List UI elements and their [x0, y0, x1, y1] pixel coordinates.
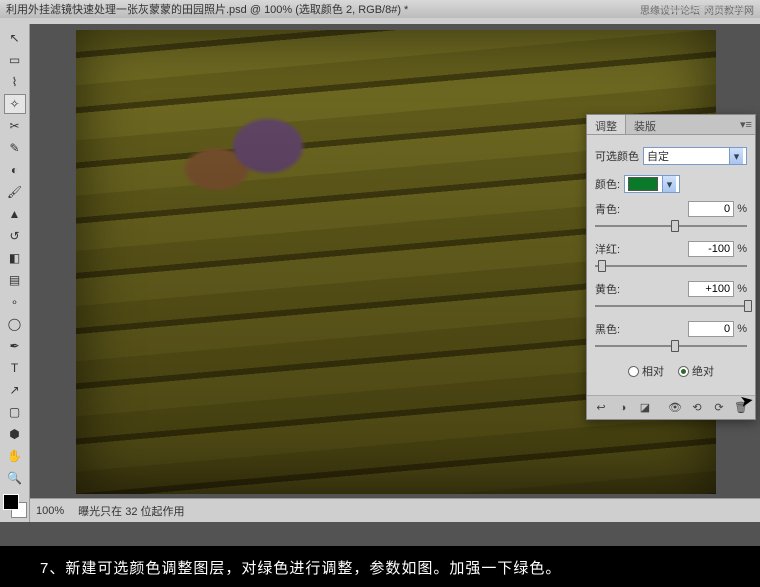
document-title: 利用外挂滤镜快速处理一张灰蒙蒙的田园照片.psd @ 100% (选取颜色 2,…	[6, 1, 408, 17]
cyan-input[interactable]	[688, 201, 734, 217]
panel-menu-icon[interactable]: ▾≡	[739, 117, 753, 131]
preset-value: 自定	[647, 148, 669, 164]
radio-dot-icon	[678, 366, 689, 377]
magenta-slider[interactable]	[595, 259, 747, 273]
prev-state-icon[interactable]: ⟲	[689, 400, 705, 416]
magenta-slider-row: 洋红: %	[595, 241, 747, 273]
history-brush-tool-icon[interactable]: ↺	[4, 226, 26, 246]
status-bar: 100% 曝光只在 32 位起作用	[30, 498, 760, 522]
healing-brush-tool-icon[interactable]: ◐	[4, 160, 26, 180]
lasso-tool-icon[interactable]: ⌇	[4, 72, 26, 92]
radio-absolute-label: 绝对	[692, 363, 714, 379]
preset-dropdown[interactable]: 自定 ▾	[643, 147, 747, 165]
adjustments-panel: 调整 装版 ▾≡ 可选颜色 自定 ▾ 颜色:	[586, 114, 756, 420]
pct-label: %	[737, 243, 747, 255]
tab-adjustments[interactable]: 调整	[587, 115, 626, 134]
cyan-label: 青色:	[595, 201, 620, 217]
panel-tabs: 调整 装版 ▾≡	[587, 115, 755, 135]
reset-icon[interactable]: ⟳	[711, 400, 727, 416]
workarea: ↖ ▭ ⌇ ✧ ✂ ✎ ◐ 🖌 ▲ ↺ ◧ ▤ ∘ ◯ ✒ T ↗ ▢ ⬢ ✋ …	[0, 24, 760, 522]
tool-palette: ↖ ▭ ⌇ ✧ ✂ ✎ ◐ 🖌 ▲ ↺ ◧ ▤ ∘ ◯ ✒ T ↗ ▢ ⬢ ✋ …	[0, 24, 30, 522]
eraser-tool-icon[interactable]: ◧	[4, 248, 26, 268]
visibility-icon[interactable]: 👁	[667, 400, 683, 416]
hand-tool-icon[interactable]: ✋	[4, 446, 26, 466]
cyan-slider-thumb[interactable]	[671, 220, 679, 232]
tab-masks[interactable]: 装版	[626, 115, 664, 134]
color-dropdown[interactable]: ▾	[624, 175, 680, 193]
3d-tool-icon[interactable]: ⬢	[4, 424, 26, 444]
black-slider[interactable]	[595, 339, 747, 353]
radio-absolute[interactable]: 绝对	[678, 363, 714, 379]
foreground-color-swatch[interactable]	[3, 494, 19, 510]
color-swatches[interactable]	[3, 494, 27, 518]
clone-stamp-tool-icon[interactable]: ▲	[4, 204, 26, 224]
adjust-type-label: 可选颜色	[595, 148, 639, 164]
clip-icon[interactable]: ◪	[637, 400, 653, 416]
dodge-tool-icon[interactable]: ◯	[4, 314, 26, 334]
zoom-level[interactable]: 100%	[36, 505, 64, 517]
black-input[interactable]	[688, 321, 734, 337]
black-label: 黑色:	[595, 321, 620, 337]
photoshop-window: 利用外挂滤镜快速处理一张灰蒙蒙的田园照片.psd @ 100% (选取颜色 2,…	[0, 0, 760, 546]
magenta-label: 洋红:	[595, 241, 620, 257]
eyedropper-tool-icon[interactable]: ✎	[4, 138, 26, 158]
color-swatch-green	[628, 177, 658, 191]
radio-relative-label: 相对	[642, 363, 664, 379]
blur-tool-icon[interactable]: ∘	[4, 292, 26, 312]
path-select-tool-icon[interactable]: ↗	[4, 380, 26, 400]
cyan-slider[interactable]	[595, 219, 747, 233]
black-slider-thumb[interactable]	[671, 340, 679, 352]
panel-footer: ↩ ◑ ◪ 👁 ⟲ ⟳ 🗑	[587, 395, 755, 419]
crop-tool-icon[interactable]: ✂	[4, 116, 26, 136]
chevron-down-icon: ▾	[662, 176, 676, 192]
radio-relative[interactable]: 相对	[628, 363, 664, 379]
shape-tool-icon[interactable]: ▢	[4, 402, 26, 422]
magenta-slider-thumb[interactable]	[598, 260, 606, 272]
magic-wand-tool-icon[interactable]: ✧	[4, 94, 26, 114]
pct-label: %	[737, 323, 747, 335]
color-label: 颜色:	[595, 176, 620, 192]
radio-dot-icon	[628, 366, 639, 377]
yellow-input[interactable]	[688, 281, 734, 297]
yellow-slider-row: 黄色: %	[595, 281, 747, 313]
type-tool-icon[interactable]: T	[4, 358, 26, 378]
watermark-url: WWW.WEBJX.COM	[662, 5, 744, 15]
method-radio-group: 相对 绝对	[595, 363, 747, 379]
pen-tool-icon[interactable]: ✒	[4, 336, 26, 356]
marquee-tool-icon[interactable]: ▭	[4, 50, 26, 70]
zoom-tool-icon[interactable]: 🔍	[4, 468, 26, 488]
chevron-down-icon: ▾	[729, 148, 743, 164]
pct-label: %	[737, 203, 747, 215]
cyan-slider-row: 青色: %	[595, 201, 747, 233]
pct-label: %	[737, 283, 747, 295]
panel-body: 可选颜色 自定 ▾ 颜色: ▾ 绿色	[587, 135, 755, 395]
delete-icon[interactable]: 🗑	[733, 400, 749, 416]
yellow-slider[interactable]	[595, 299, 747, 313]
status-hint: 曝光只在 32 位起作用	[78, 503, 184, 519]
back-icon[interactable]: ↩	[593, 400, 609, 416]
yellow-slider-thumb[interactable]	[744, 300, 752, 312]
yellow-label: 黄色:	[595, 281, 620, 297]
magenta-input[interactable]	[688, 241, 734, 257]
black-slider-row: 黑色: %	[595, 321, 747, 353]
adjust-icon[interactable]: ◑	[615, 400, 631, 416]
brush-tool-icon[interactable]: 🖌	[4, 182, 26, 202]
titlebar: 利用外挂滤镜快速处理一张灰蒙蒙的田园照片.psd @ 100% (选取颜色 2,…	[0, 0, 760, 18]
move-tool-icon[interactable]: ↖	[4, 28, 26, 48]
gradient-tool-icon[interactable]: ▤	[4, 270, 26, 290]
tutorial-caption: 7、新建可选颜色调整图层，对绿色进行调整，参数如图。加强一下绿色。	[0, 546, 760, 587]
